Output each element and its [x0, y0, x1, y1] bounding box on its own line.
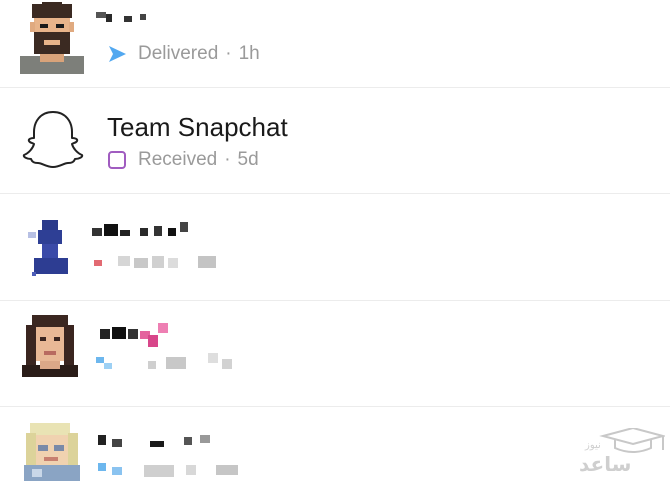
watermark-brand-text: ساعد: [579, 452, 632, 476]
chat-name: Team Snapchat: [107, 112, 288, 142]
received-chat-square-icon: [108, 151, 126, 169]
chat-status-line: Received · 5d: [107, 149, 259, 171]
snapchat-ghost-icon[interactable]: [22, 108, 84, 172]
chat-time: 5d: [237, 149, 259, 170]
chat-row[interactable]: [0, 407, 670, 482]
pixelated-avatar[interactable]: [28, 220, 72, 276]
chat-status-line: Delivered · 1h: [107, 43, 260, 65]
pixelated-avatar[interactable]: [24, 421, 80, 481]
pixelated-avatar[interactable]: [22, 313, 78, 377]
bitmoji-avatar[interactable]: [20, 2, 84, 74]
chat-row[interactable]: [0, 194, 670, 301]
separator-dot: ·: [225, 43, 232, 64]
separator-dot: ·: [224, 149, 231, 170]
watermark-logo: ساعد نیوز: [575, 426, 667, 478]
chat-time: 1h: [238, 43, 260, 64]
chat-status-text: Delivered: [138, 43, 219, 64]
watermark-sub-text: نیوز: [585, 440, 601, 451]
chat-row[interactable]: Team Snapchat Received · 5d: [0, 88, 670, 194]
chat-row[interactable]: Delivered · 1h: [0, 0, 670, 88]
chat-list: Delivered · 1h Team Snapchat Received · …: [0, 0, 670, 482]
sent-arrow-icon: [109, 46, 126, 62]
chat-status-text: Received: [138, 149, 218, 170]
chat-row[interactable]: [0, 301, 670, 407]
